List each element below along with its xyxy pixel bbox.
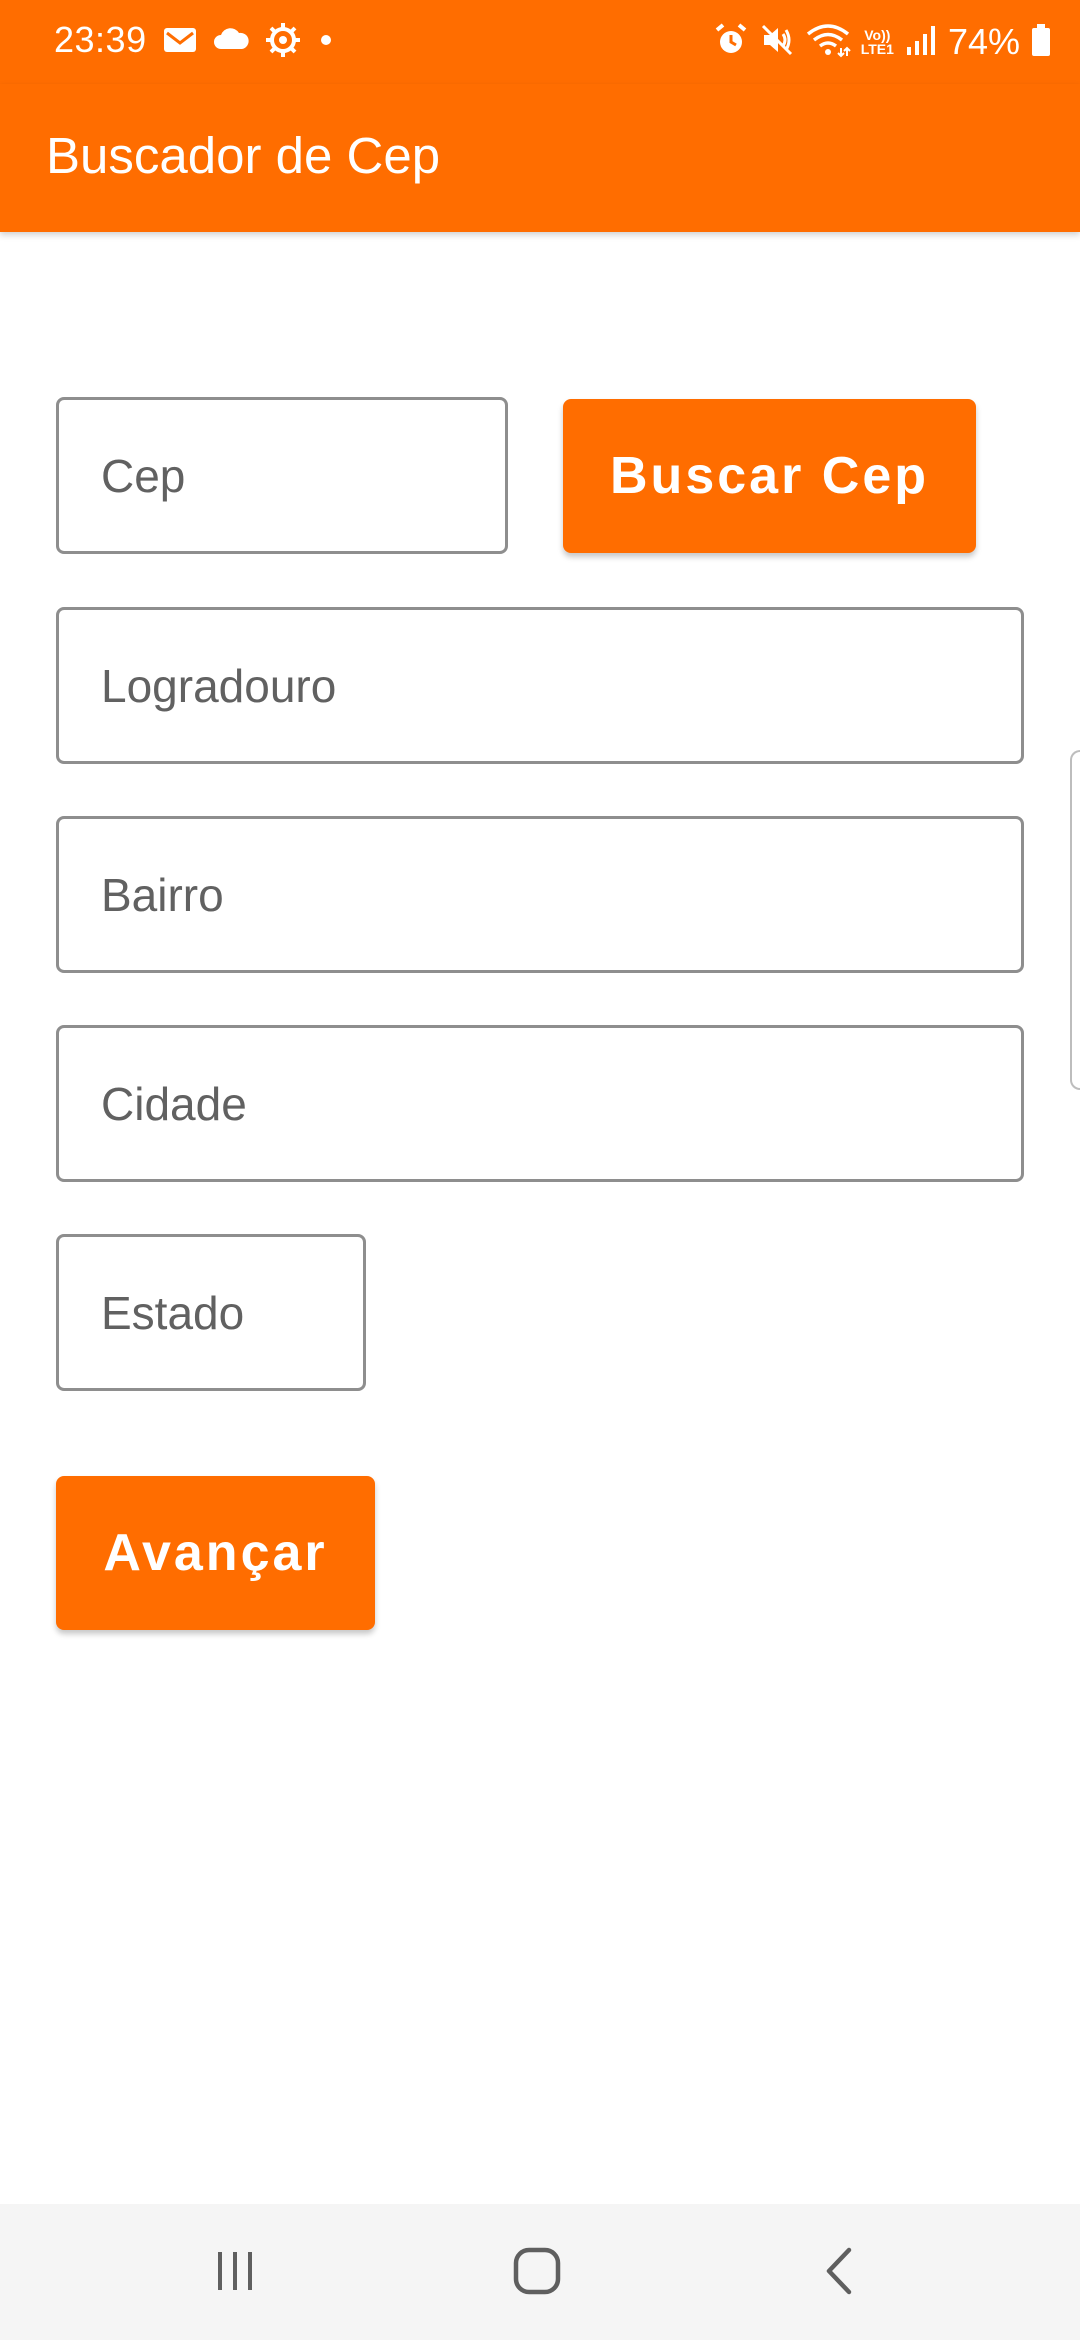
status-bar: 23:39 Vo)) LTE1 74%: [0, 0, 1080, 84]
status-right-icons: Vo)) LTE1 74%: [713, 18, 1052, 66]
estado-input[interactable]: [56, 1234, 366, 1391]
status-left-icons: [162, 20, 336, 64]
cloud-icon: [212, 25, 250, 60]
back-icon: [815, 2245, 865, 2302]
app-bar: Buscador de Cep: [0, 84, 1080, 232]
buscar-cep-button[interactable]: Buscar Cep: [563, 399, 976, 553]
wifi-icon: [805, 22, 851, 63]
volte-icon: Vo)) LTE1: [861, 28, 894, 56]
volte-label-top: Vo)): [864, 27, 891, 43]
back-button[interactable]: [780, 2238, 900, 2308]
recent-apps-button[interactable]: [175, 2238, 295, 2308]
mail-icon: [162, 24, 198, 61]
navigation-bar: [0, 2204, 1080, 2340]
logradouro-input[interactable]: [56, 607, 1024, 764]
home-icon: [511, 2245, 563, 2302]
page-title: Buscador de Cep: [46, 127, 441, 184]
battery-icon: [1030, 23, 1052, 62]
alarm-icon: [713, 22, 749, 63]
cep-input[interactable]: [56, 397, 508, 554]
recent-apps-icon: [210, 2246, 260, 2301]
edge-panel-handle[interactable]: [1070, 750, 1080, 1090]
volte-label-bottom: LTE1: [860, 41, 894, 57]
battery-percentage: 74%: [947, 21, 1020, 62]
cidade-input[interactable]: [56, 1025, 1024, 1182]
mute-icon: [759, 22, 795, 63]
bairro-input[interactable]: [56, 816, 1024, 973]
gear-icon: [264, 21, 302, 64]
dot-icon: [316, 30, 336, 55]
signal-icon: [904, 23, 938, 62]
avancar-button[interactable]: Avançar: [56, 1476, 375, 1630]
home-button[interactable]: [477, 2238, 597, 2308]
status-time: 23:39: [54, 19, 147, 60]
